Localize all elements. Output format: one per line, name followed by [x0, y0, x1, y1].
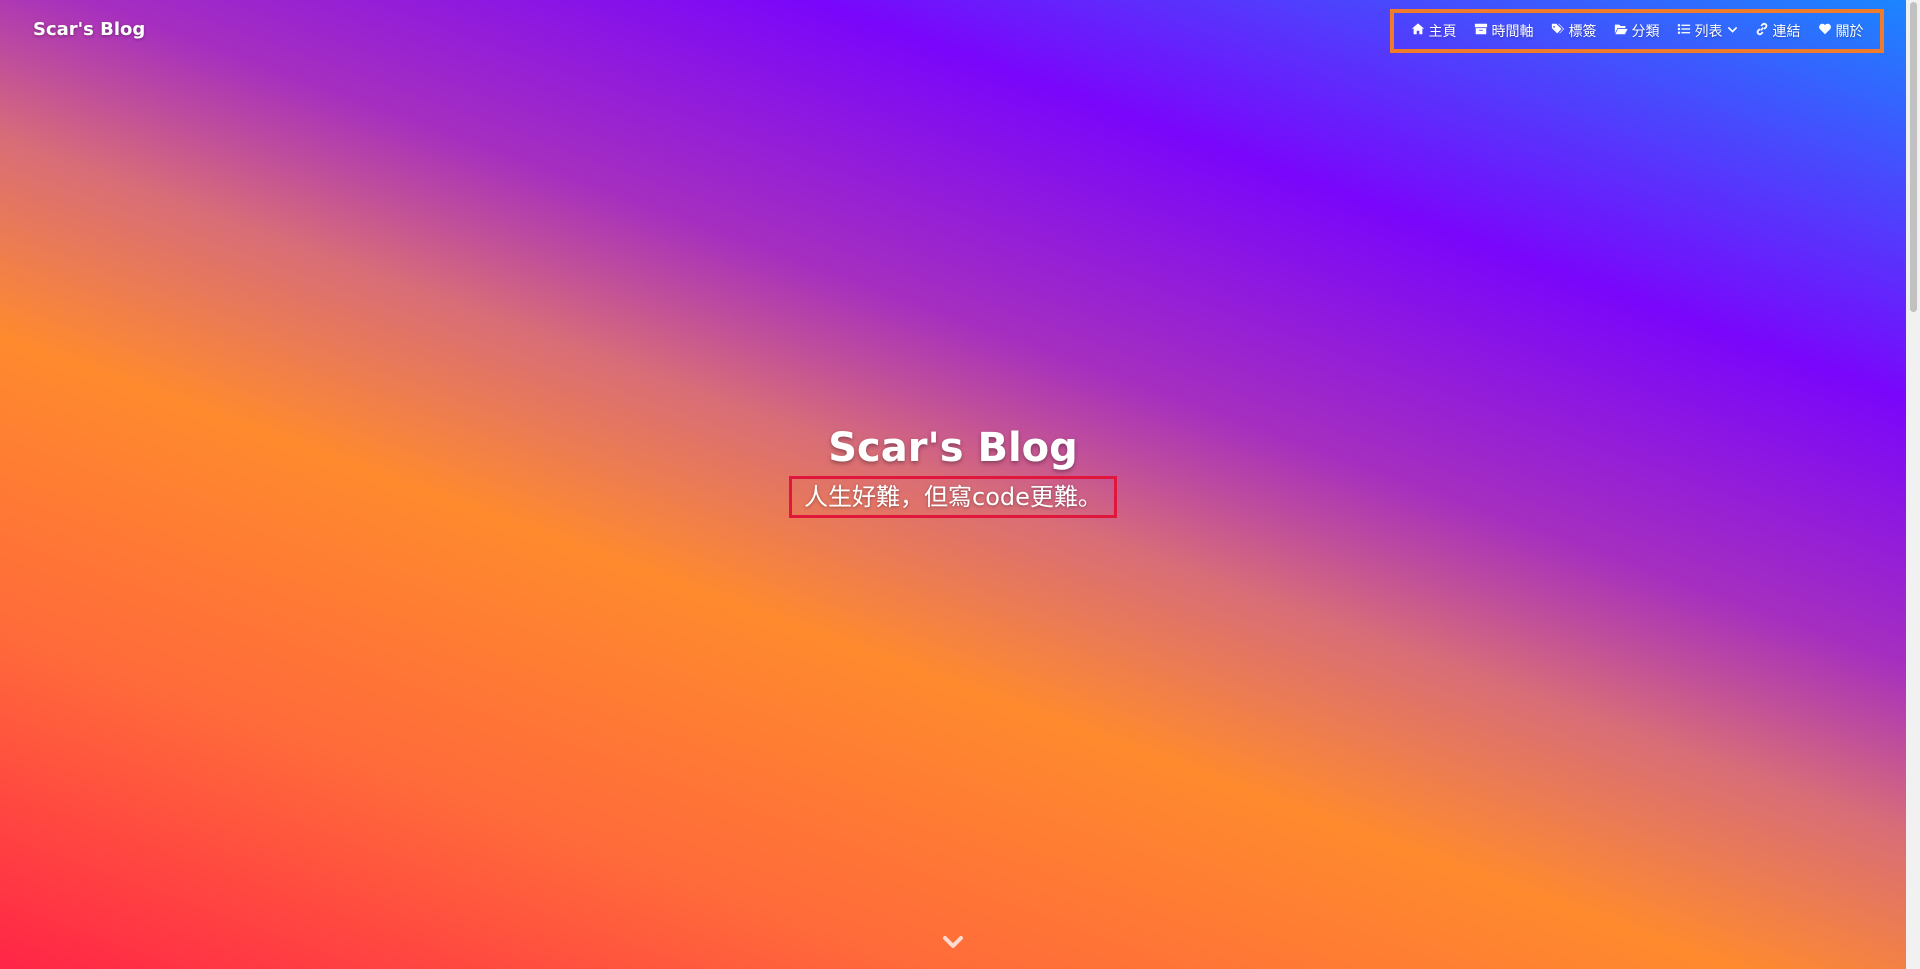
nav-item-label: 標簽 [1568, 24, 1597, 40]
nav-item-label: 列表 [1694, 24, 1723, 40]
scroll-down-button[interactable] [941, 933, 965, 953]
main-nav: 主頁 時間軸 標簽 分類 列表 連結 關於 [1390, 9, 1884, 53]
archive-icon [1474, 22, 1488, 40]
nav-item-links[interactable]: 連結 [1755, 21, 1801, 41]
nav-item-tags[interactable]: 標簽 [1551, 21, 1597, 41]
scrollbar-thumb[interactable] [1910, 2, 1917, 312]
nav-item-home[interactable]: 主頁 [1411, 21, 1457, 41]
site-title-link[interactable]: Scar's Blog [33, 19, 145, 40]
page-scrollbar[interactable] [1906, 0, 1920, 969]
hero-content: Scar's Blog 人生好難，但寫code更難。 [0, 420, 1906, 518]
tags-icon [1551, 22, 1565, 40]
nav-item-label: 時間軸 [1491, 24, 1534, 40]
nav-item-label: 連結 [1772, 24, 1801, 40]
nav-item-about[interactable]: 關於 [1818, 21, 1864, 41]
hero-subtitle: 人生好難，但寫code更難。 [789, 476, 1117, 518]
page: Scar's Blog 主頁 時間軸 標簽 分類 列表 連結 關於 Scar's… [0, 0, 1920, 969]
hero-title: Scar's Blog [828, 425, 1078, 471]
nav-item-label: 分類 [1631, 24, 1660, 40]
nav-item-list-dropdown[interactable]: 列表 [1677, 21, 1738, 41]
nav-item-label: 關於 [1835, 24, 1864, 40]
nav-item-timeline[interactable]: 時間軸 [1474, 21, 1534, 41]
folder-open-icon [1614, 22, 1628, 40]
chevron-down-icon [941, 936, 965, 957]
link-icon [1755, 22, 1769, 40]
nav-item-label: 主頁 [1428, 24, 1457, 40]
home-icon [1411, 22, 1425, 40]
nav-item-categories[interactable]: 分類 [1614, 21, 1660, 41]
list-icon [1677, 22, 1691, 40]
heart-icon [1818, 22, 1832, 40]
chevron-down-icon [1727, 23, 1738, 39]
